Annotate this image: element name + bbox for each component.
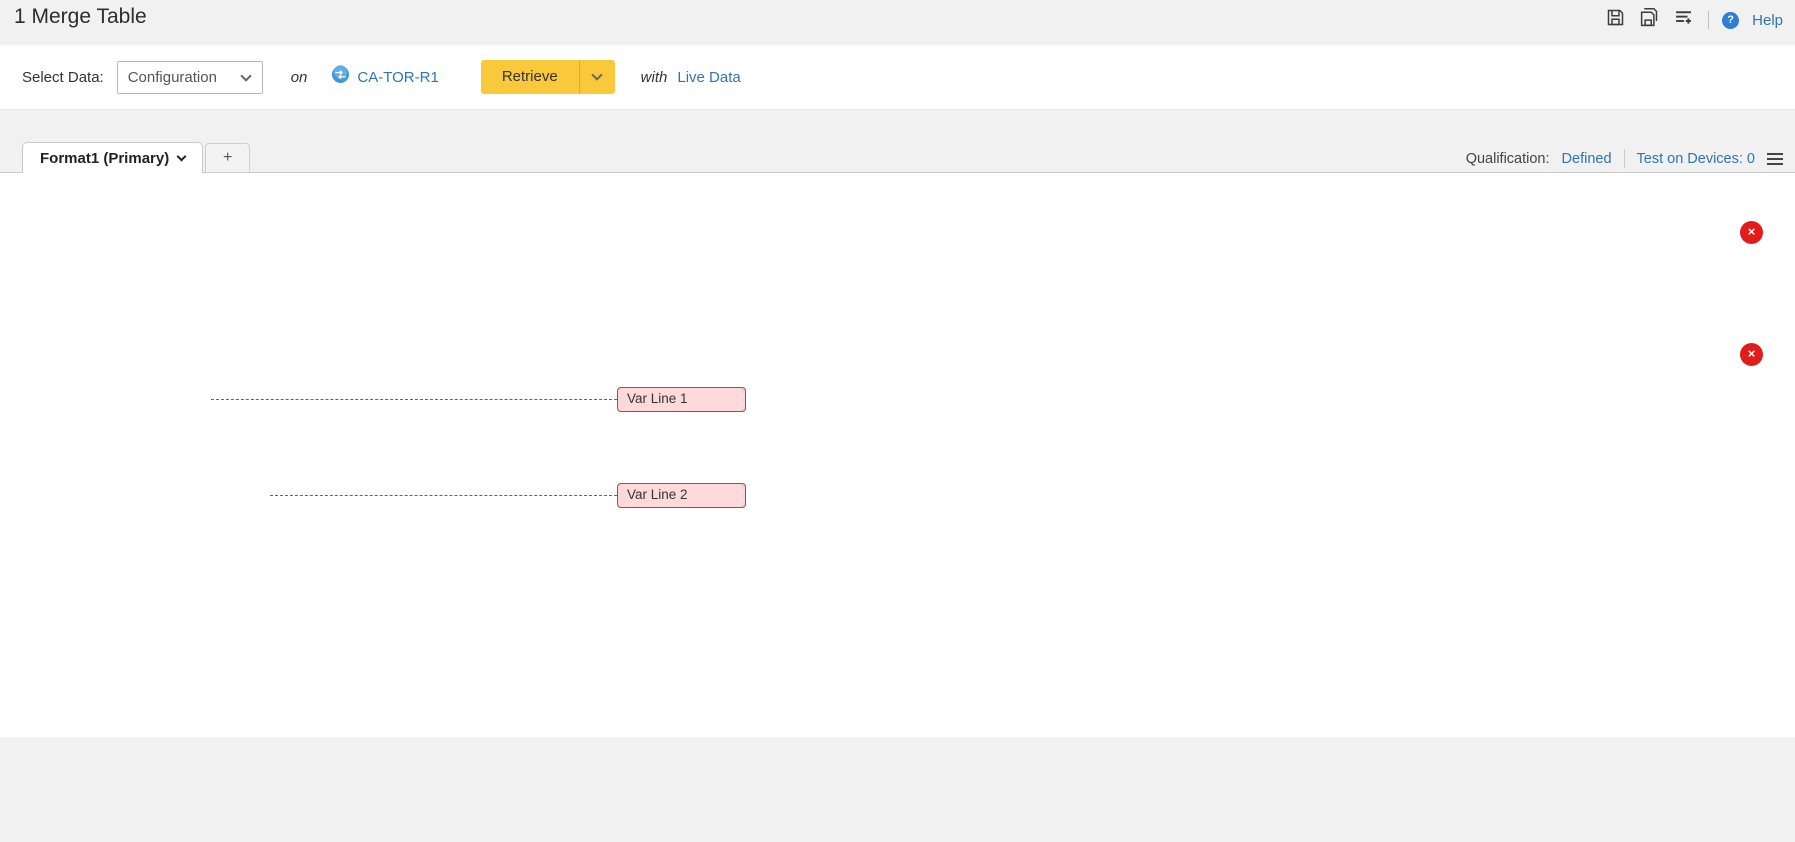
- data-type-value: Configuration: [128, 69, 217, 86]
- save-as-icon[interactable]: [1639, 7, 1660, 33]
- select-data-bar: Select Data: Configuration on CA-TOR-R1 …: [0, 45, 1795, 110]
- remove-var-line-button[interactable]: [1740, 343, 1763, 366]
- tab-format1-primary[interactable]: Format1 (Primary): [22, 142, 203, 173]
- device-name[interactable]: CA-TOR-R1: [357, 69, 438, 86]
- main-panel: [0, 172, 1795, 737]
- qualification-defined-link[interactable]: Defined: [1562, 151, 1612, 167]
- chevron-down-icon: [592, 69, 603, 80]
- retrieve-dropdown-button[interactable]: [579, 60, 615, 94]
- remove-var-line-button[interactable]: [1740, 221, 1763, 244]
- device-chip[interactable]: CA-TOR-R1: [331, 65, 438, 89]
- device-icon: [331, 65, 350, 89]
- qualification-label: Qualification:: [1466, 151, 1550, 167]
- var-line-annotation[interactable]: Var Line 1: [617, 387, 746, 412]
- divider: [1624, 149, 1625, 168]
- format-tabs: Format1 (Primary) +: [22, 142, 250, 173]
- save-icon[interactable]: [1605, 7, 1626, 33]
- help-link[interactable]: Help: [1752, 12, 1783, 29]
- annotation-connector: [270, 495, 617, 496]
- chevron-down-icon: [177, 151, 187, 161]
- tab-label: Format1 (Primary): [40, 150, 169, 167]
- select-data-label: Select Data:: [22, 69, 104, 86]
- data-type-select[interactable]: Configuration: [117, 61, 263, 94]
- top-action-icons: Help: [1605, 7, 1783, 33]
- on-label: on: [291, 69, 308, 86]
- live-data-link[interactable]: Live Data: [677, 69, 740, 86]
- with-label: with: [641, 69, 668, 86]
- annotation-connector: [211, 399, 617, 400]
- test-on-devices-link[interactable]: Test on Devices: 0: [1637, 151, 1755, 167]
- qualification-row: Qualification: Defined Test on Devices: …: [1466, 149, 1783, 168]
- retrieve-button[interactable]: Retrieve: [481, 60, 579, 94]
- page-title: 1 Merge Table: [14, 5, 147, 29]
- add-format-tab-button[interactable]: +: [205, 143, 250, 173]
- var-line-annotation[interactable]: Var Line 2: [617, 483, 746, 508]
- menu-icon[interactable]: [1767, 153, 1783, 165]
- help-icon[interactable]: [1722, 12, 1739, 29]
- add-to-list-icon[interactable]: [1673, 7, 1695, 33]
- retrieve-split-button: Retrieve: [481, 60, 615, 94]
- chevron-down-icon: [240, 70, 251, 81]
- divider: [1708, 11, 1709, 29]
- app-window: 1 Merge Table Help Select Data: Configur…: [0, 0, 1795, 842]
